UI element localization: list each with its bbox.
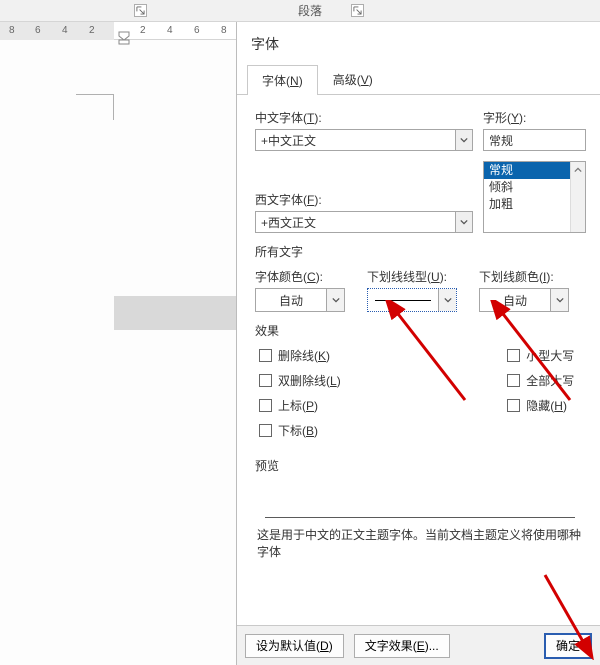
chevron-down-icon[interactable] <box>550 289 568 311</box>
text-selection <box>114 296 236 330</box>
smallcaps-checkbox[interactable]: 小型大写 <box>503 347 586 364</box>
font-color-label: 字体颜色(C): <box>255 268 345 285</box>
western-font-combo[interactable]: +西文正文 <box>255 211 473 233</box>
ok-button[interactable]: 确定 <box>544 633 592 659</box>
theme-font-description: 这是用于中文的正文主题字体。当前文档主题定义将使用哪种字体 <box>255 522 586 560</box>
chevron-down-icon[interactable] <box>438 289 456 311</box>
page-edge <box>76 94 114 120</box>
tab-row: 字体(N) 高级(V) <box>237 64 600 95</box>
tab-font[interactable]: 字体(N) <box>247 65 318 95</box>
dialog-launcher-icon[interactable] <box>134 4 147 17</box>
chinese-font-combo[interactable]: +中文正文 <box>255 129 473 151</box>
strikethrough-checkbox[interactable]: 删除线(K) <box>255 347 503 364</box>
subscript-checkbox[interactable]: 下标(B) <box>255 422 503 439</box>
font-style-listbox[interactable]: 常规 倾斜 加粗 <box>483 161 586 233</box>
chevron-down-icon[interactable] <box>455 212 472 232</box>
checkbox-icon <box>259 374 272 387</box>
dialog-title: 字体 <box>237 22 600 60</box>
text-effects-button[interactable]: 文字效果(E)... <box>354 634 450 658</box>
checkbox-icon <box>507 349 520 362</box>
scrollbar[interactable] <box>570 162 585 232</box>
font-color-combo[interactable]: 自动 <box>255 288 345 312</box>
preview-label: 预览 <box>255 457 586 474</box>
double-strikethrough-checkbox[interactable]: 双删除线(L) <box>255 372 503 389</box>
checkbox-icon <box>259 349 272 362</box>
underline-color-label: 下划线颜色(I): <box>479 268 569 285</box>
checkbox-icon <box>507 374 520 387</box>
allcaps-checkbox[interactable]: 全部大写 <box>503 372 586 389</box>
checkbox-icon <box>259 424 272 437</box>
underline-color-combo[interactable]: 自动 <box>479 288 569 312</box>
chevron-down-icon[interactable] <box>455 130 472 150</box>
font-style-label: 字形(Y): <box>483 109 586 126</box>
indent-marker-icon[interactable] <box>118 31 130 45</box>
dialog-launcher-icon[interactable] <box>351 4 364 17</box>
ribbon-group-paragraph: 段落 <box>298 2 322 19</box>
checkbox-icon <box>507 399 520 412</box>
dialog-content: 中文字体(T): +中文正文 字形(Y): 常规 西文字体(F): +西文正文 <box>237 95 600 564</box>
set-default-button[interactable]: 设为默认值(D) <box>245 634 344 658</box>
chevron-down-icon[interactable] <box>326 289 344 311</box>
chinese-font-label: 中文字体(T): <box>255 109 473 126</box>
all-text-label: 所有文字 <box>255 243 586 260</box>
chevron-up-icon[interactable] <box>571 162 585 177</box>
superscript-checkbox[interactable]: 上标(P) <box>255 397 503 414</box>
western-font-label: 西文字体(F): <box>255 191 473 208</box>
font-style-input[interactable]: 常规 <box>483 129 586 151</box>
dialog-button-bar: 设为默认值(D) 文字效果(E)... 确定 <box>237 625 600 665</box>
underline-style-combo[interactable] <box>367 288 457 312</box>
font-dialog: 字体 字体(N) 高级(V) 中文字体(T): +中文正文 字形(Y): 常规 <box>236 22 600 665</box>
preview-box <box>265 482 575 518</box>
ribbon-strip: 段落 <box>0 0 600 22</box>
tab-advanced[interactable]: 高级(V) <box>318 64 388 94</box>
effects-label: 效果 <box>255 322 586 339</box>
document-area <box>0 0 236 665</box>
checkbox-icon <box>259 399 272 412</box>
horizontal-ruler: 8 6 4 2 2 4 6 8 <box>0 22 236 40</box>
underline-style-label: 下划线线型(U): <box>367 268 457 285</box>
hidden-checkbox[interactable]: 隐藏(H) <box>503 397 586 414</box>
